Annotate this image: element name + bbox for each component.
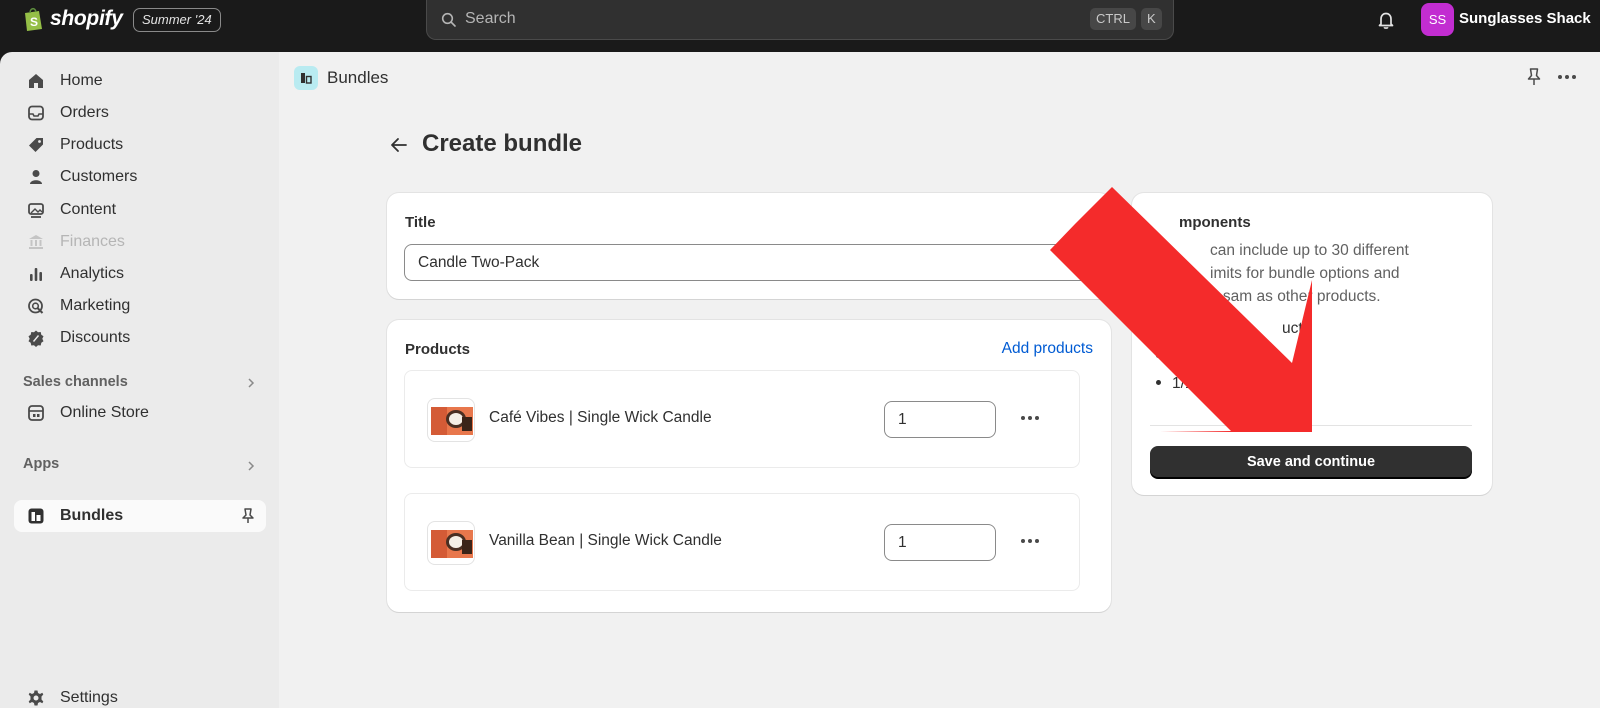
tag-icon xyxy=(26,135,46,155)
sidebar-item-orders[interactable]: Orders xyxy=(14,98,266,128)
bundles-app-icon[interactable] xyxy=(294,66,318,90)
title-label: Title xyxy=(405,214,436,231)
avatar[interactable]: SS xyxy=(1421,3,1454,36)
apps-heading[interactable]: Apps xyxy=(23,456,59,472)
sidebar-item-products[interactable]: Products xyxy=(14,130,266,160)
bullet-dot xyxy=(1156,353,1161,358)
search-icon xyxy=(441,12,456,27)
products-label: Products xyxy=(405,341,471,358)
components-list-item: ucts xyxy=(1282,320,1311,337)
sidebar-item-label: Settings xyxy=(60,689,118,706)
target-icon xyxy=(26,296,46,316)
chevron-right-icon[interactable] xyxy=(246,460,256,472)
sidebar-item-customers[interactable]: Customers xyxy=(14,162,266,192)
inbox-icon xyxy=(26,103,46,123)
sidebar-item-analytics[interactable]: Analytics xyxy=(14,259,266,289)
edition-badge[interactable]: Summer '24 xyxy=(133,8,221,32)
components-heading: mponents xyxy=(1179,214,1251,231)
more-horizontal-icon[interactable] xyxy=(1557,74,1577,80)
gear-icon xyxy=(26,688,46,708)
components-description-line: can include up to 30 different xyxy=(1210,242,1409,259)
product-thumbnail xyxy=(427,398,475,442)
sidebar-item-online-store[interactable]: Online Store xyxy=(14,398,266,428)
product-name: Café Vibes | Single Wick Candle xyxy=(489,409,712,426)
image-icon xyxy=(26,200,46,220)
sidebar-item-label: Customers xyxy=(60,168,138,185)
sidebar-item-label: Content xyxy=(60,201,117,218)
sidebar-item-label: Finances xyxy=(60,233,125,250)
title-input[interactable]: Candle Two-Pack xyxy=(404,244,1164,281)
back-arrow-icon[interactable] xyxy=(390,137,408,153)
page-title: Create bundle xyxy=(422,130,583,157)
sidebar-item-label: Products xyxy=(60,136,124,153)
components-description-line: e sam as other products. xyxy=(1210,288,1381,305)
bank-icon xyxy=(26,232,46,252)
components-list-item: 1/1 xyxy=(1172,375,1194,392)
product-name: Vanilla Bean | Single Wick Candle xyxy=(489,532,722,549)
sidebar-item-label: Analytics xyxy=(60,265,125,282)
pin-icon[interactable] xyxy=(240,507,256,525)
pin-icon[interactable] xyxy=(1525,67,1543,87)
top-bar: S shopify Summer '24 Search CTRL K SS Su… xyxy=(0,0,1600,52)
discount-icon xyxy=(26,328,46,348)
shopify-logo[interactable]: S shopify xyxy=(22,6,123,32)
sidebar-item-discounts[interactable]: Discounts xyxy=(14,323,266,353)
sales-channels-heading[interactable]: Sales channels xyxy=(23,374,128,390)
product-row: Vanilla Bean | Single Wick Candle 1 xyxy=(404,493,1080,591)
shortcut-key-ctrl: CTRL xyxy=(1090,8,1136,30)
more-horizontal-icon[interactable] xyxy=(1020,415,1040,421)
search-bar[interactable]: Search CTRL K xyxy=(426,0,1174,40)
products-card: Products Add products Café Vibes | Singl… xyxy=(387,320,1111,612)
title-card: Title Candle Two-Pack xyxy=(387,193,1164,299)
sidebar-item-label: Discounts xyxy=(60,329,131,346)
chevron-right-icon[interactable] xyxy=(246,377,256,389)
bell-icon[interactable] xyxy=(1376,10,1396,30)
sidebar-item-home[interactable]: Home xyxy=(14,66,266,96)
divider xyxy=(1150,425,1472,426)
sidebar-item-settings[interactable]: Settings xyxy=(14,683,266,708)
svg-text:S: S xyxy=(30,15,38,29)
sidebar-item-marketing[interactable]: Marketing xyxy=(14,291,266,321)
sidebar-item-finances[interactable]: Finances xyxy=(14,227,266,257)
add-products-link[interactable]: Add products xyxy=(1002,340,1093,358)
shopify-bag-icon: S xyxy=(25,7,42,31)
sidebar-item-label: Online Store xyxy=(60,404,149,421)
sidebar-item-bundles[interactable]: Bundles xyxy=(14,500,266,532)
product-row: Café Vibes | Single Wick Candle 1 xyxy=(404,370,1080,468)
main-content: Bundles Create bundle Title Candle Two-P… xyxy=(279,52,1600,708)
store-name[interactable]: Sunglasses Shack xyxy=(1459,10,1591,27)
sidebar-item-content[interactable]: Content xyxy=(14,195,266,225)
sidebar: Home Orders Products Customers Content F… xyxy=(0,52,279,708)
shortcut-key-k: K xyxy=(1141,8,1162,30)
product-thumbnail xyxy=(427,521,475,565)
bar-chart-icon xyxy=(26,264,46,284)
sidebar-item-label: Home xyxy=(60,72,103,89)
quantity-input[interactable]: 1 xyxy=(884,524,996,561)
breadcrumb[interactable]: Bundles xyxy=(327,68,388,88)
bundles-app-icon xyxy=(26,506,46,526)
brand-wordmark: shopify xyxy=(50,7,123,30)
components-description-line: imits for bundle options and xyxy=(1210,265,1400,282)
more-horizontal-icon[interactable] xyxy=(1020,538,1040,544)
sidebar-item-label: Marketing xyxy=(60,297,131,314)
quantity-input[interactable]: 1 xyxy=(884,401,996,438)
home-icon xyxy=(26,71,46,91)
sidebar-item-label: Orders xyxy=(60,104,109,121)
search-placeholder: Search xyxy=(465,10,516,27)
sidebar-item-label: Bundles xyxy=(60,507,124,524)
bullet-dot xyxy=(1156,380,1161,385)
person-icon xyxy=(26,167,46,187)
store-icon xyxy=(26,403,46,423)
components-card: mponents can include up to 30 different … xyxy=(1132,193,1492,495)
save-and-continue-button[interactable]: Save and continue xyxy=(1150,446,1472,478)
